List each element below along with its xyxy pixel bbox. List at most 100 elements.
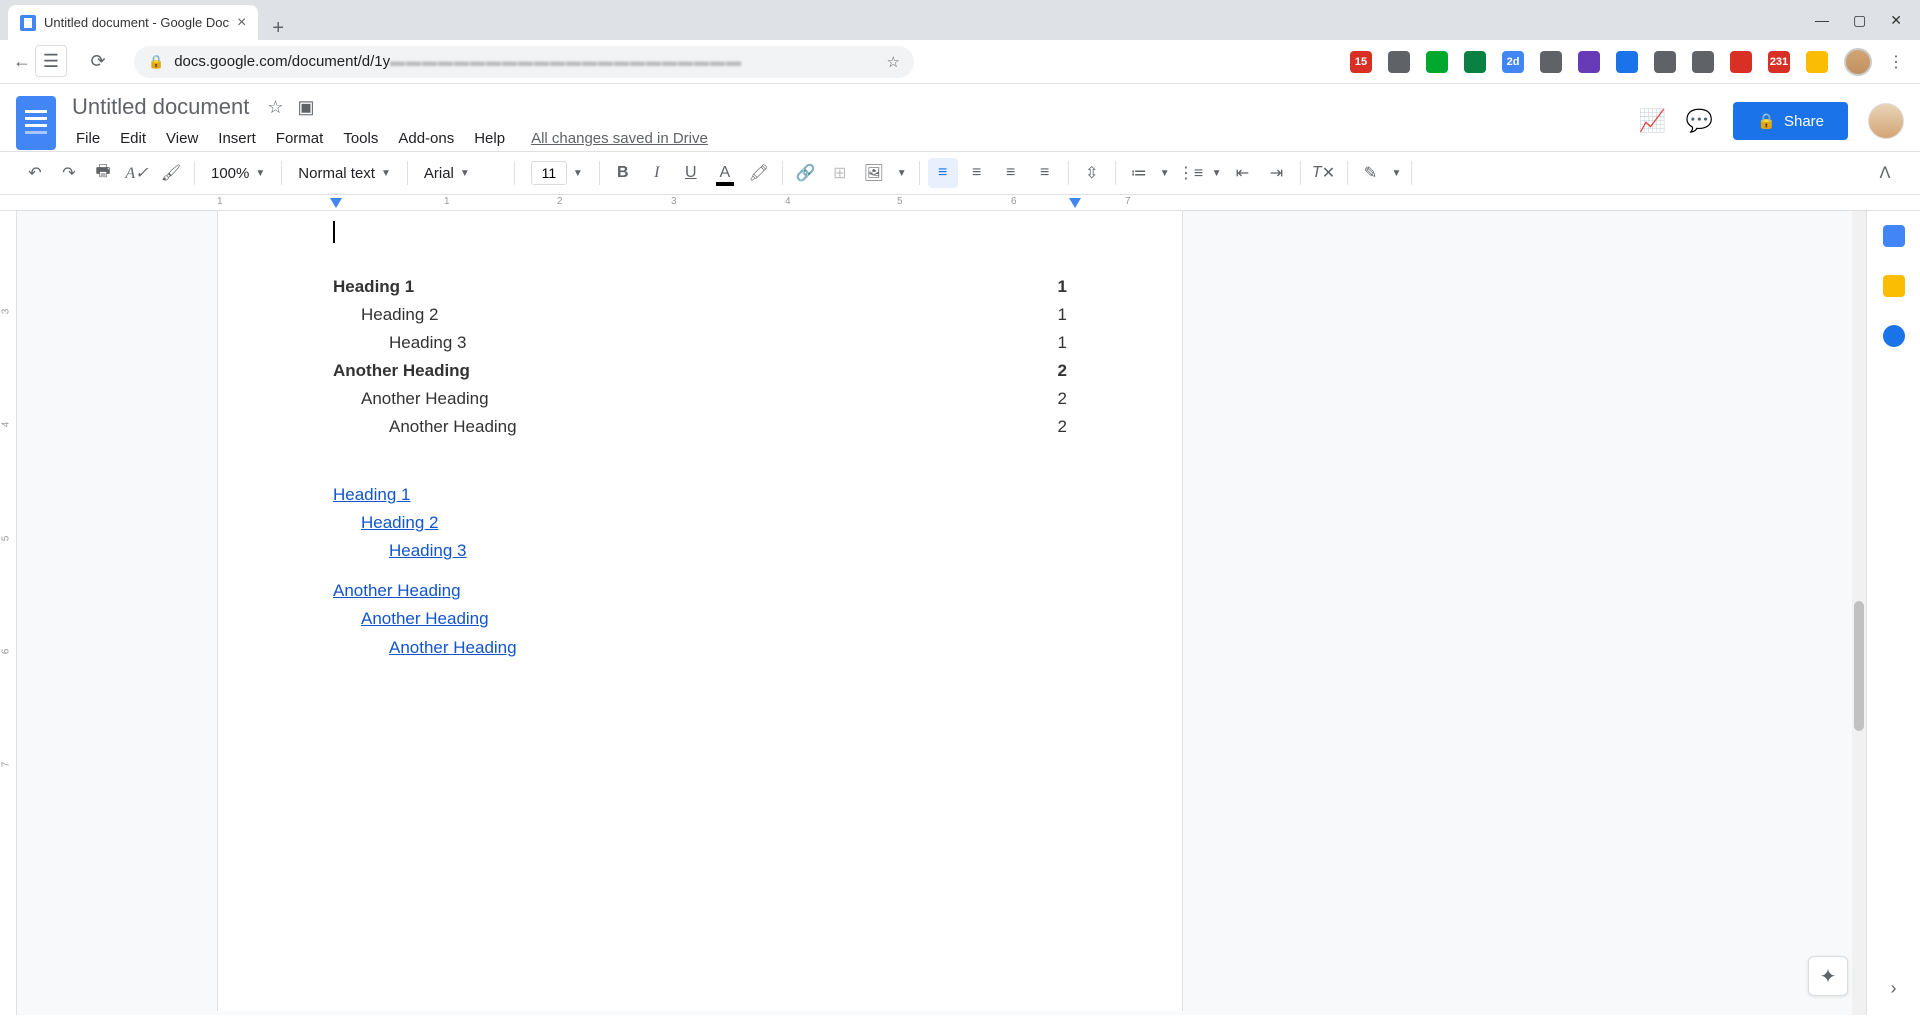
comments-icon[interactable]: 💬 bbox=[1686, 108, 1713, 134]
back-button[interactable]: ← bbox=[10, 51, 34, 72]
toc-link[interactable]: Heading 3 bbox=[389, 537, 1067, 565]
share-button[interactable]: 🔒 Share bbox=[1733, 102, 1848, 140]
spellcheck-button[interactable]: A✓ bbox=[122, 158, 152, 188]
font-select[interactable]: Arial ▼ bbox=[416, 165, 506, 182]
insert-link-button[interactable]: 🔗 bbox=[791, 158, 821, 188]
bold-button[interactable]: B bbox=[608, 158, 638, 188]
collapse-toolbar-button[interactable]: ᐱ bbox=[1870, 158, 1900, 188]
undo-button[interactable]: ↶ bbox=[20, 158, 50, 188]
extension-icon[interactable] bbox=[1616, 51, 1638, 73]
toc-link[interactable]: Another Heading bbox=[361, 605, 1067, 633]
chevron-down-icon[interactable]: ▼ bbox=[1210, 168, 1224, 179]
reload-button[interactable]: ⟳ bbox=[86, 51, 110, 72]
decrease-indent-button[interactable]: ⇤ bbox=[1228, 158, 1258, 188]
align-left-button[interactable]: ≡ bbox=[928, 158, 958, 188]
outline-toggle-button[interactable]: ☰ bbox=[35, 45, 67, 77]
address-bar[interactable]: 🔒 docs.google.com/document/d/1y▬▬▬▬▬▬▬▬▬… bbox=[134, 46, 914, 78]
editing-mode-button[interactable]: ✎ bbox=[1356, 158, 1386, 188]
italic-button[interactable]: I bbox=[642, 158, 672, 188]
docs-logo-icon[interactable] bbox=[16, 96, 56, 150]
ruler[interactable]: 11234567 bbox=[0, 195, 1920, 211]
extension-icon[interactable] bbox=[1540, 51, 1562, 73]
calendar-icon[interactable] bbox=[1883, 225, 1905, 247]
document-title[interactable]: Untitled document bbox=[68, 92, 253, 122]
toc-entry[interactable]: Another Heading2 bbox=[333, 413, 1067, 441]
close-window-icon[interactable]: ✕ bbox=[1890, 12, 1902, 29]
browser-tab[interactable]: Untitled document - Google Doc × bbox=[8, 5, 258, 40]
keep-icon[interactable] bbox=[1883, 275, 1905, 297]
menu-help[interactable]: Help bbox=[466, 126, 513, 151]
tasks-icon[interactable] bbox=[1883, 325, 1905, 347]
extension-icon[interactable] bbox=[1692, 51, 1714, 73]
toc-entry[interactable]: Heading 11 bbox=[333, 273, 1067, 301]
indent-marker-right[interactable] bbox=[1069, 198, 1081, 208]
table-of-contents-links[interactable]: Heading 1Heading 2Heading 3 Another Headi… bbox=[333, 481, 1067, 661]
extension-icon[interactable] bbox=[1654, 51, 1676, 73]
indent-marker-left[interactable] bbox=[330, 198, 342, 208]
scrollbar-thumb[interactable] bbox=[1854, 601, 1864, 731]
move-folder-icon[interactable]: ▣ bbox=[297, 97, 314, 118]
bookmark-star-icon[interactable]: ☆ bbox=[887, 53, 900, 71]
toc-link[interactable]: Heading 2 bbox=[361, 509, 1067, 537]
explore-button[interactable]: ✦ bbox=[1808, 956, 1848, 996]
align-right-button[interactable]: ≡ bbox=[996, 158, 1026, 188]
extension-icon[interactable] bbox=[1464, 51, 1486, 73]
chrome-profile-avatar[interactable] bbox=[1844, 48, 1872, 76]
menu-format[interactable]: Format bbox=[268, 126, 332, 151]
minimize-icon[interactable]: — bbox=[1815, 12, 1829, 28]
extension-icon[interactable] bbox=[1578, 51, 1600, 73]
line-spacing-button[interactable]: ⇳ bbox=[1077, 158, 1107, 188]
align-center-button[interactable]: ≡ bbox=[962, 158, 992, 188]
toc-link[interactable]: Heading 1 bbox=[333, 481, 1067, 509]
chevron-down-icon[interactable]: ▼ bbox=[1390, 168, 1404, 179]
menu-add-ons[interactable]: Add-ons bbox=[390, 126, 462, 151]
table-of-contents-plain[interactable]: Heading 11Heading 21Heading 31Another He… bbox=[333, 273, 1067, 441]
extension-icon[interactable]: 2d bbox=[1502, 51, 1524, 73]
paragraph-style-select[interactable]: Normal text ▼ bbox=[290, 165, 399, 182]
extension-icon[interactable]: 15 bbox=[1350, 51, 1372, 73]
maximize-icon[interactable]: ▢ bbox=[1853, 12, 1866, 29]
clear-formatting-button[interactable]: T✕ bbox=[1309, 158, 1339, 188]
account-avatar[interactable] bbox=[1868, 103, 1904, 139]
font-size-input[interactable] bbox=[531, 161, 567, 185]
chrome-menu-icon[interactable]: ⋮ bbox=[1888, 52, 1904, 72]
menu-insert[interactable]: Insert bbox=[210, 126, 264, 151]
save-status[interactable]: All changes saved in Drive bbox=[531, 130, 708, 147]
numbered-list-button[interactable]: ≔ bbox=[1124, 158, 1154, 188]
redo-button[interactable]: ↷ bbox=[54, 158, 84, 188]
star-document-icon[interactable]: ☆ bbox=[267, 97, 283, 118]
vertical-ruler[interactable]: 34567 bbox=[0, 211, 17, 1015]
extension-icon[interactable] bbox=[1388, 51, 1410, 73]
document-canvas[interactable]: Heading 11Heading 21Heading 31Another He… bbox=[17, 211, 1852, 1015]
extension-icon[interactable] bbox=[1730, 51, 1752, 73]
font-size-select[interactable]: ▼ bbox=[523, 161, 591, 185]
toc-entry[interactable]: Another Heading2 bbox=[333, 357, 1067, 385]
toc-entry[interactable]: Another Heading2 bbox=[333, 385, 1067, 413]
extension-icon[interactable] bbox=[1806, 51, 1828, 73]
new-tab-button[interactable]: + bbox=[258, 17, 298, 40]
chevron-down-icon[interactable]: ▼ bbox=[893, 168, 911, 179]
scrollbar[interactable] bbox=[1852, 211, 1866, 1015]
zoom-select[interactable]: 100% ▼ bbox=[203, 165, 273, 182]
extension-icon[interactable]: 231 bbox=[1768, 51, 1790, 73]
print-button[interactable]: 🖶 bbox=[88, 158, 118, 188]
menu-tools[interactable]: Tools bbox=[335, 126, 386, 151]
page[interactable]: Heading 11Heading 21Heading 31Another He… bbox=[217, 211, 1183, 1011]
underline-button[interactable]: U bbox=[676, 158, 706, 188]
insert-comment-button[interactable]: ⊞ bbox=[825, 158, 855, 188]
close-tab-icon[interactable]: × bbox=[237, 14, 246, 32]
text-color-button[interactable]: A bbox=[710, 158, 740, 188]
menu-file[interactable]: File bbox=[68, 126, 108, 151]
highlight-button[interactable]: 🖍 bbox=[744, 158, 774, 188]
toc-link[interactable]: Another Heading bbox=[333, 577, 1067, 605]
increase-indent-button[interactable]: ⇥ bbox=[1262, 158, 1292, 188]
extension-icon[interactable] bbox=[1426, 51, 1448, 73]
paint-format-button[interactable]: 🖌 bbox=[156, 158, 186, 188]
side-panel-expand-icon[interactable]: › bbox=[1891, 978, 1897, 999]
chevron-down-icon[interactable]: ▼ bbox=[1158, 168, 1172, 179]
toc-link[interactable]: Another Heading bbox=[389, 634, 1067, 662]
toc-entry[interactable]: Heading 31 bbox=[333, 329, 1067, 357]
horizontal-ruler[interactable]: 11234567 bbox=[217, 195, 1920, 210]
menu-view[interactable]: View bbox=[158, 126, 206, 151]
activity-icon[interactable]: 📈 bbox=[1638, 108, 1665, 134]
